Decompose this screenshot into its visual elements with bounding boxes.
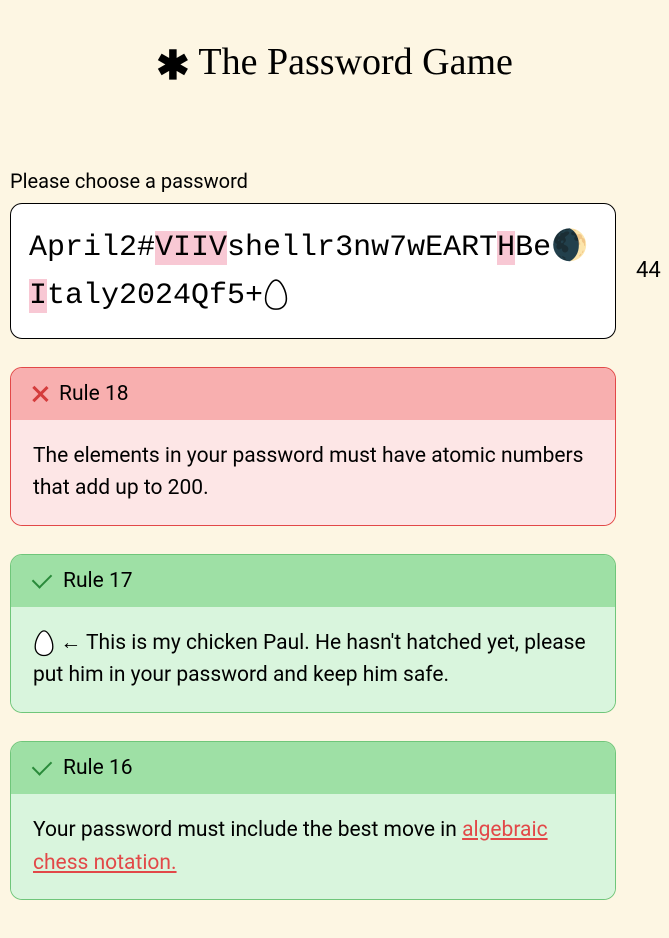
char-count: 44 xyxy=(636,258,661,283)
password-prompt: Please choose a password xyxy=(10,169,659,193)
rule-card-17: Rule 17 ← This is my chicken Paul. He ha… xyxy=(10,554,616,713)
egg-icon xyxy=(33,630,55,656)
rule-header: Rule 18 xyxy=(11,368,615,420)
check-icon xyxy=(31,572,53,590)
title-text: The Password Game xyxy=(198,41,512,83)
highlighted-char: I xyxy=(29,279,47,313)
highlighted-char: VIIV xyxy=(155,231,227,265)
password-row: April2#VIIVshellr3nw7wEARTHBe🌒Italy2024Q… xyxy=(10,203,659,339)
x-icon xyxy=(31,385,49,403)
rule-header-text: Rule 16 xyxy=(63,756,133,780)
highlighted-char: H xyxy=(497,231,515,265)
rule-header: Rule 16 xyxy=(11,742,615,794)
check-icon xyxy=(31,759,53,777)
rule-card-16: Rule 16 Your password must include the be… xyxy=(10,741,616,900)
rule-header-text: Rule 17 xyxy=(63,569,133,593)
rule-body: Your password must include the best move… xyxy=(11,794,615,899)
password-input[interactable]: April2#VIIVshellr3nw7wEARTHBe🌒Italy2024Q… xyxy=(10,203,616,339)
moon-emoji: 🌒 xyxy=(551,228,588,263)
rule-card-18: Rule 18 The elements in your password mus… xyxy=(10,367,616,526)
rule-body: ← This is my chicken Paul. He hasn't hat… xyxy=(11,607,615,712)
rule-header: Rule 17 xyxy=(11,555,615,607)
rule-body: The elements in your password must have … xyxy=(11,420,615,525)
chess-notation-link[interactable]: algebraic chess notation. xyxy=(33,818,548,875)
egg-icon xyxy=(263,279,289,310)
asterisk-icon: ✱ xyxy=(156,43,190,88)
page-title: ✱ The Password Game xyxy=(10,40,659,89)
rule-header-text: Rule 18 xyxy=(59,382,129,406)
